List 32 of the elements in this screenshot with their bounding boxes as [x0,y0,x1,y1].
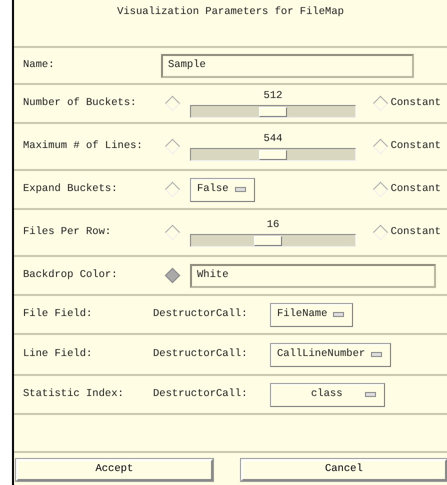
slider-thumb[interactable] [259,150,287,160]
slider-reading: 16 [266,218,280,234]
field-label: Expand Buckets: [23,182,119,197]
call-label: DestructorCall: [153,386,249,402]
call-label: DestructorCall: [153,346,249,362]
field-label: Backdrop Color: [23,268,119,283]
field-label: Name: [23,58,56,73]
dropdown-menu-button[interactable]: False [190,178,255,202]
slider-reading: 544 [264,132,282,148]
dropdown-menu-button[interactable]: FileName [270,302,354,326]
menu-indicator-icon [365,392,376,397]
dropdown-menu-button[interactable]: class [270,382,385,406]
dropdown-menu-button[interactable]: CallLineNumber [270,342,392,366]
slider-reading: 512 [264,89,282,104]
cancel-button[interactable]: Cancel [240,459,447,481]
slider-thumb[interactable] [254,236,282,246]
constant-label: Constant [390,96,441,111]
menu-indicator-icon [371,352,382,357]
slider-thumb[interactable] [259,106,287,117]
constant-label: Constant [390,138,441,154]
constant-label: Constant [390,182,441,197]
menu-indicator-icon [234,187,246,192]
accept-button[interactable]: Accept [16,459,213,481]
constant-label: Constant [390,224,441,240]
field-label: Files Per Row: [23,224,112,240]
field-label: Maximum # of Lines: [23,138,144,154]
text-field[interactable]: White [190,264,436,288]
text-field[interactable]: Sample [161,54,414,78]
window-title: Visualization Parameters for FileMap [117,5,344,20]
menu-indicator-icon [333,312,344,317]
call-label: DestructorCall: [153,306,249,322]
field-label: Number of Buckets: [23,96,138,111]
